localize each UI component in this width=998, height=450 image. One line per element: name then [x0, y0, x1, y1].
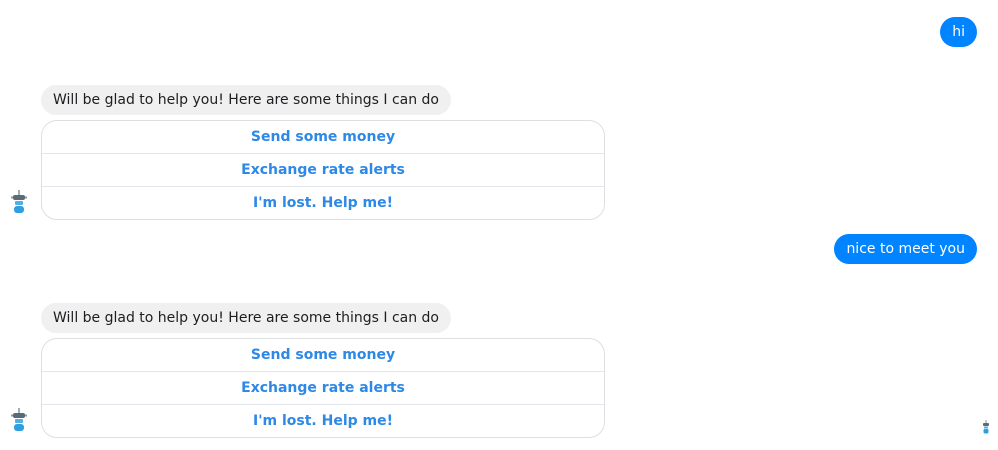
quick-reply-help[interactable]: I'm lost. Help me!: [42, 186, 604, 219]
user-message-hi: hi: [940, 17, 977, 47]
bot-message: Will be glad to help you! Here are some …: [41, 85, 451, 115]
chat-thread: hi Will be glad to help you! Here are so…: [0, 0, 998, 450]
quick-reply-send-money[interactable]: Send some money: [42, 339, 604, 371]
robot-icon: [11, 190, 27, 213]
quick-reply-send-money[interactable]: Send some money: [42, 121, 604, 153]
user-message-nice-to-meet-you: nice to meet you: [834, 234, 977, 264]
bot-message: Will be glad to help you! Here are some …: [41, 303, 451, 333]
quick-reply-exchange-rate-alerts[interactable]: Exchange rate alerts: [42, 153, 604, 186]
read-receipt-robot-icon: [983, 420, 989, 434]
quick-reply-exchange-rate-alerts[interactable]: Exchange rate alerts: [42, 371, 604, 404]
quick-reply-help[interactable]: I'm lost. Help me!: [42, 404, 604, 437]
quick-replies-group: Send some money Exchange rate alerts I'm…: [41, 338, 605, 438]
quick-replies-group: Send some money Exchange rate alerts I'm…: [41, 120, 605, 220]
robot-icon: [11, 408, 27, 431]
